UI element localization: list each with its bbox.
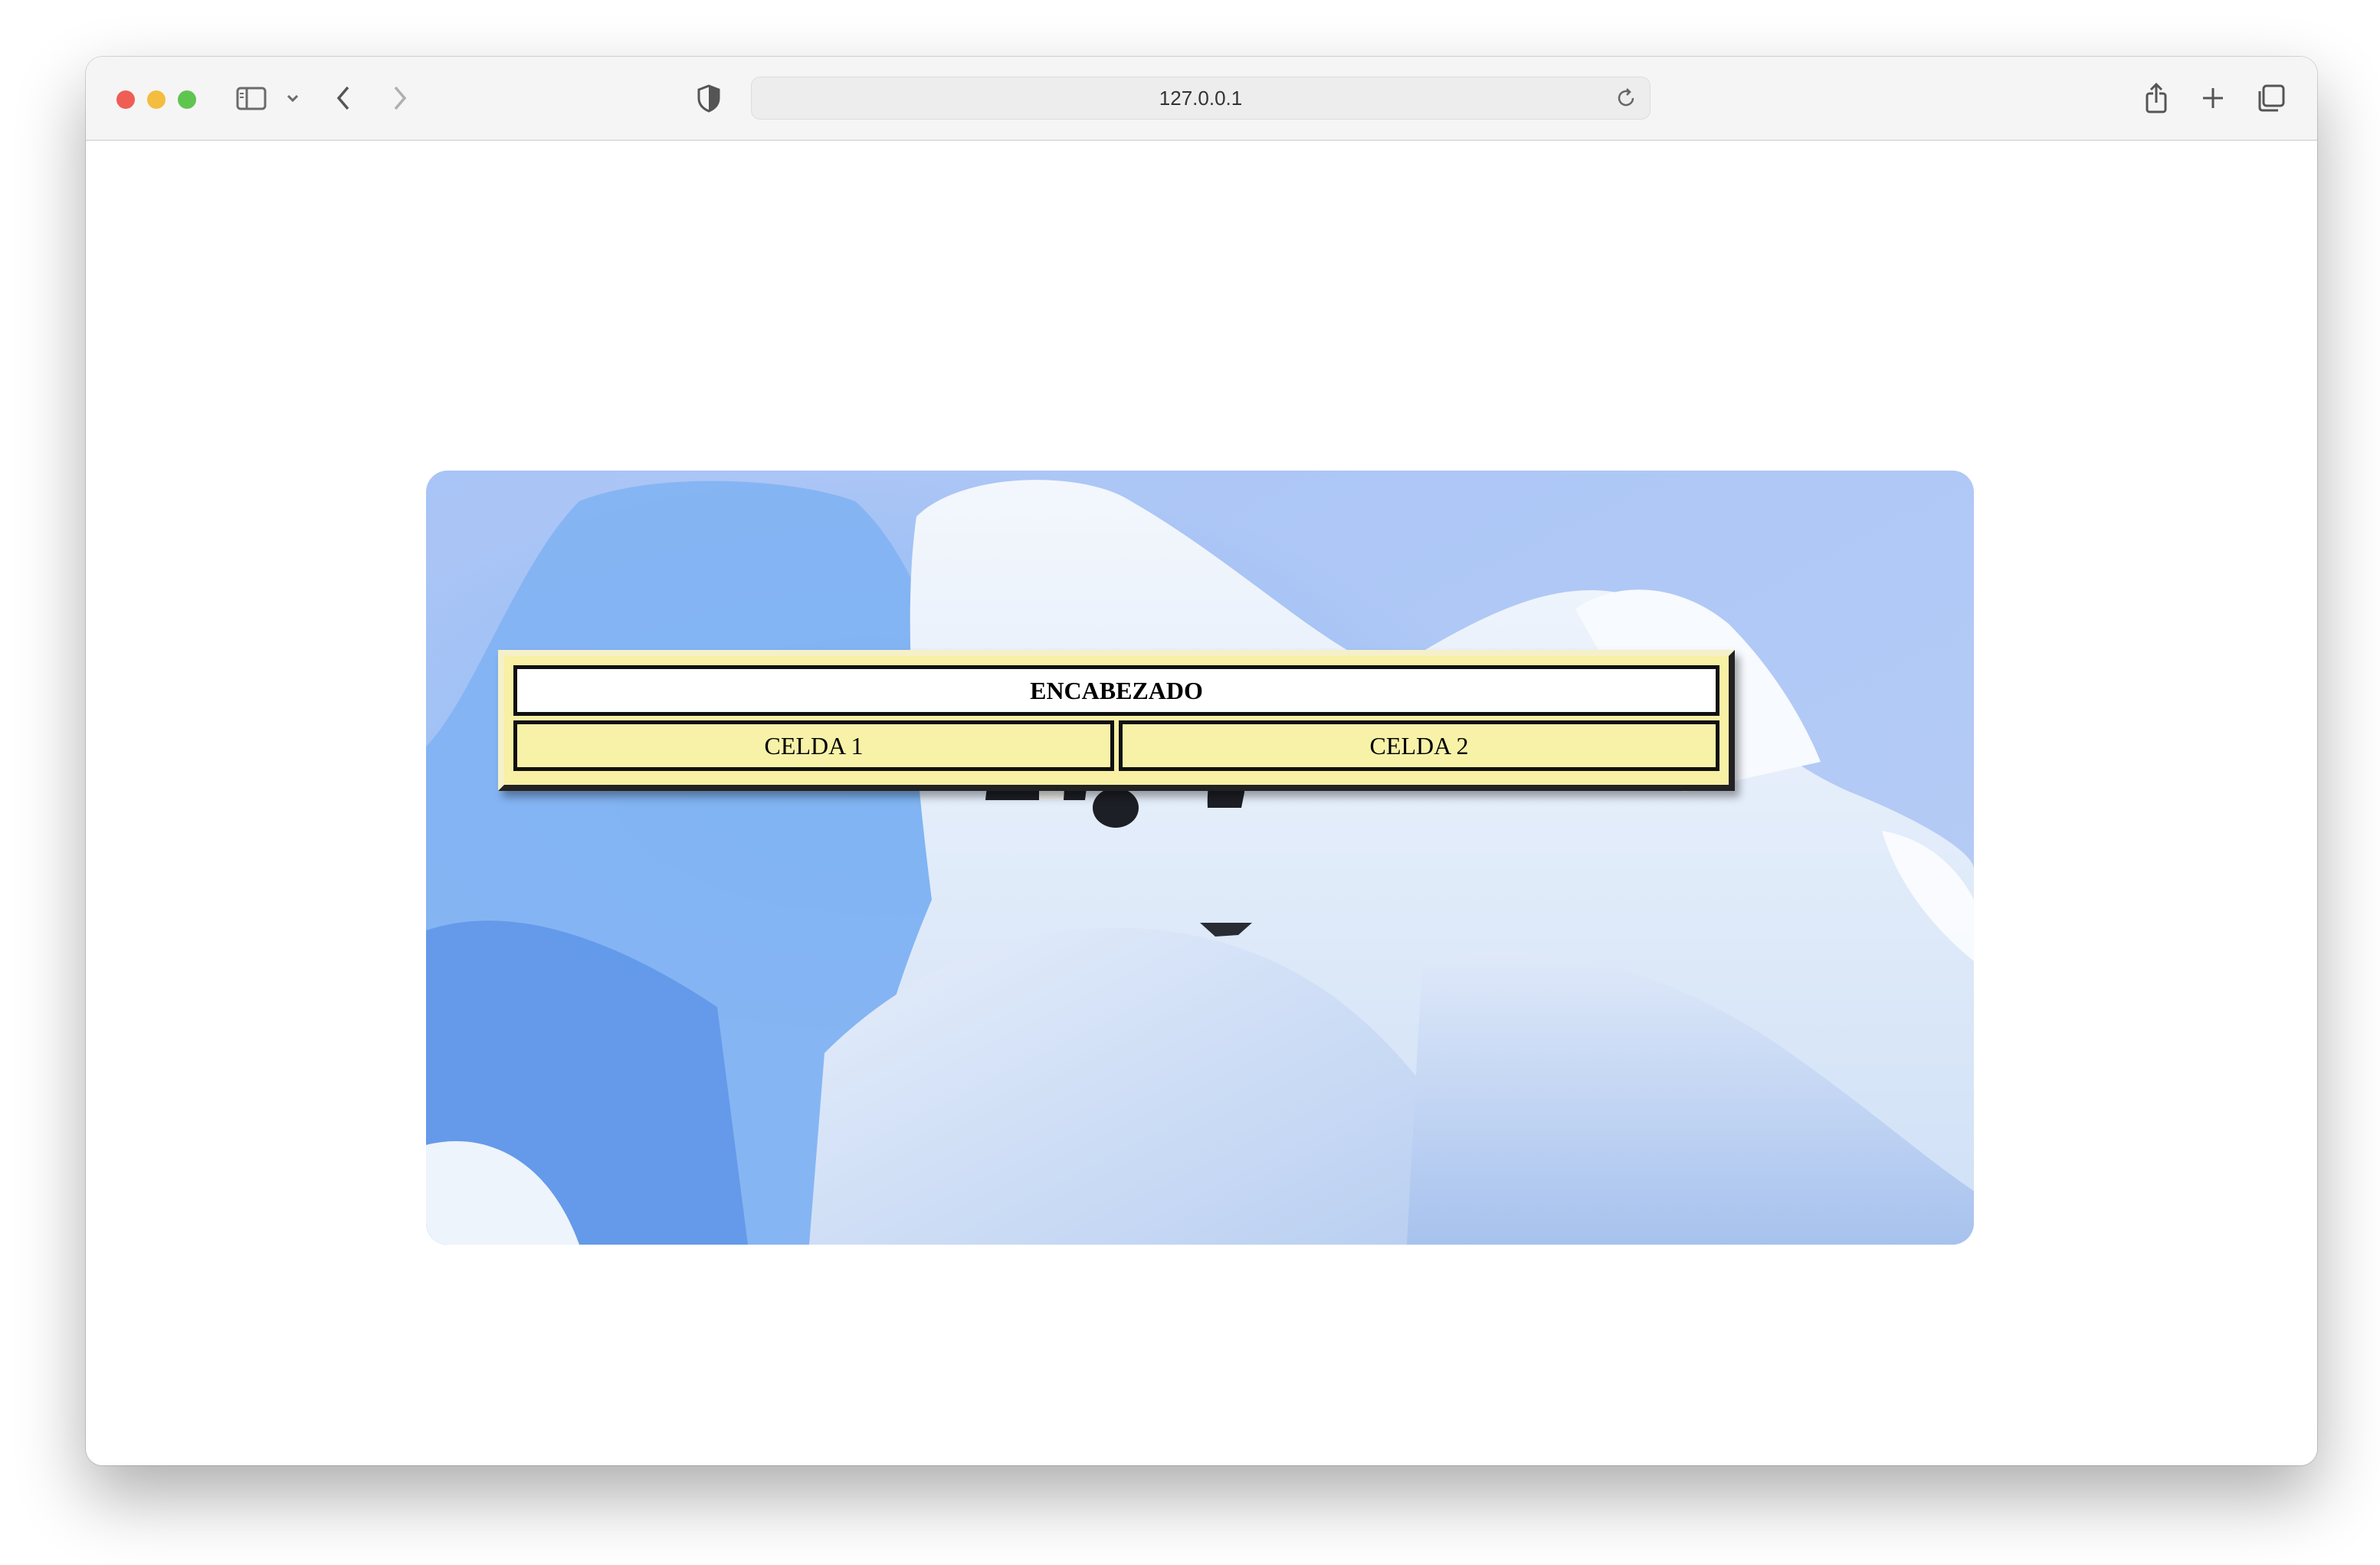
plus-icon[interactable] (2198, 81, 2228, 115)
table-header-row: ENCABEZADO (513, 665, 1719, 716)
address-bar[interactable]: 127.0.0.1 (751, 77, 1651, 120)
browser-toolbar: 127.0.0.1 (86, 57, 2317, 141)
table-grid: ENCABEZADO CELDA 1 CELDA 2 (509, 661, 1724, 776)
page-content (86, 141, 2317, 1465)
reload-icon[interactable] (1615, 87, 1637, 113)
table-cell-1: CELDA 1 (513, 720, 1114, 771)
shield-icon[interactable] (696, 81, 722, 115)
minimize-window-button[interactable] (147, 90, 166, 109)
close-window-button[interactable] (116, 90, 135, 109)
tabs-icon[interactable] (2254, 81, 2288, 115)
table-header-cell: ENCABEZADO (513, 665, 1719, 716)
back-icon[interactable] (333, 81, 356, 115)
share-icon[interactable] (2141, 81, 2172, 115)
zoom-window-button[interactable] (178, 90, 196, 109)
forward-icon[interactable] (388, 81, 411, 115)
sidebar-icon[interactable] (236, 81, 267, 115)
address-url: 127.0.0.1 (1159, 87, 1243, 110)
table-cell-2: CELDA 2 (1119, 720, 1719, 771)
table-row: CELDA 1 CELDA 2 (513, 720, 1719, 771)
chevron-down-icon[interactable] (285, 81, 300, 115)
styled-table: ENCABEZADO CELDA 1 CELDA 2 (498, 650, 1735, 791)
iceberg-penguins-image (426, 471, 1974, 1245)
